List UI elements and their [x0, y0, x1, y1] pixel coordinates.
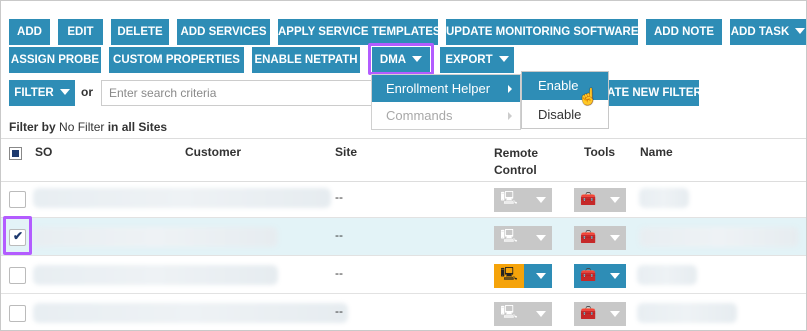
chevron-down-icon	[536, 311, 546, 317]
remote-control-icon: 🖳	[494, 264, 524, 288]
filter-in-label: in all	[107, 120, 136, 134]
enrollment-helper-label: Enrollment Helper	[386, 81, 491, 96]
create-new-filter-button[interactable]: ATE NEW FILTER	[607, 80, 702, 106]
chevron-down-icon	[498, 55, 509, 62]
redacted-text	[637, 303, 737, 323]
redacted-text	[639, 227, 799, 247]
table-row[interactable]: ✔ -- 🖳 🧰	[1, 218, 806, 256]
tools-button[interactable]: 🧰	[574, 264, 626, 288]
redacted-text	[639, 188, 689, 208]
chevron-right-icon	[508, 85, 512, 93]
remote-control-button[interactable]: 🖳	[494, 226, 552, 250]
remote-control-button[interactable]: 🖳	[494, 264, 552, 288]
site-value: --	[335, 304, 343, 318]
chevron-right-icon	[508, 112, 512, 120]
remote-control-button[interactable]: 🖳	[494, 302, 552, 326]
column-remote-control[interactable]: Remote Control	[494, 145, 554, 179]
add-task-button[interactable]: ADD TASK	[730, 19, 806, 45]
assign-probe-button[interactable]: ASSIGN PROBE	[9, 47, 101, 73]
site-value: --	[335, 228, 343, 242]
enable-netpath-button[interactable]: ENABLE NETPATH	[252, 47, 360, 73]
filter-by-value: No Filter	[59, 120, 105, 134]
chevron-down-icon	[536, 197, 546, 203]
update-monitoring-software-button[interactable]: UPDATE MONITORING SOFTWARE	[446, 19, 639, 45]
redacted-text	[33, 188, 331, 208]
select-all-checkbox[interactable]	[9, 147, 22, 160]
commands-label: Commands	[386, 108, 453, 123]
chevron-down-icon	[610, 273, 620, 279]
add-button[interactable]: ADD	[9, 19, 50, 45]
chevron-down-icon	[610, 235, 620, 241]
site-value: --	[335, 266, 343, 280]
menu-item-enrollment-helper[interactable]: Enrollment Helper	[372, 75, 520, 102]
site-value: --	[335, 190, 343, 204]
row-checkbox[interactable]	[9, 305, 26, 322]
toolbox-icon: 🧰	[580, 229, 597, 244]
apply-service-templates-button[interactable]: APPLY SERVICE TEMPLATES	[278, 19, 441, 45]
filter-summary: Filter by No Filter in all Sites	[9, 120, 167, 134]
remote-control-button[interactable]: 🖳	[494, 188, 552, 212]
row-checkbox[interactable]	[9, 191, 26, 208]
chevron-down-icon	[536, 273, 546, 279]
custom-properties-button[interactable]: CUSTOM PROPERTIES	[109, 47, 244, 73]
column-so[interactable]: SO	[35, 145, 52, 159]
column-name[interactable]: Name	[640, 145, 673, 159]
chevron-down-icon	[610, 311, 620, 317]
filter-button[interactable]: FILTER	[9, 80, 75, 106]
filter-by-label: Filter by	[9, 120, 56, 134]
menu-item-commands[interactable]: Commands	[372, 102, 520, 129]
search-input[interactable]: Enter search criteria	[101, 80, 381, 106]
toolbox-icon: 🧰	[580, 267, 597, 282]
column-site[interactable]: Site	[335, 145, 357, 159]
or-label: or	[81, 85, 93, 99]
table-header: SO Customer Site Remote Control Tools Na…	[1, 138, 806, 182]
tools-button[interactable]: 🧰	[574, 188, 626, 212]
device-list-panel: ADD EDIT DELETE ADD SERVICES APPLY SERVI…	[0, 0, 807, 331]
table-row[interactable]: -- 🖳 🧰	[1, 180, 806, 218]
column-customer[interactable]: Customer	[185, 145, 241, 159]
row-checkbox[interactable]	[9, 267, 26, 284]
remote-control-icon: 🖳	[500, 228, 518, 243]
filter-label: FILTER	[14, 87, 54, 99]
dma-dropdown-menu: Enrollment Helper Commands	[371, 74, 521, 130]
checkbox-highlight	[3, 216, 32, 255]
edit-button[interactable]: EDIT	[58, 19, 103, 45]
add-task-label: ADD TASK	[730, 26, 790, 38]
chevron-down-icon	[59, 88, 70, 95]
hand-pointer-icon: ☝	[578, 89, 598, 106]
tools-button[interactable]: 🧰	[574, 302, 626, 326]
chevron-down-icon	[610, 197, 620, 203]
remote-control-icon: 🖳	[500, 190, 518, 205]
redacted-text	[33, 265, 278, 285]
add-note-button[interactable]: ADD NOTE	[646, 19, 722, 45]
chevron-down-icon	[536, 235, 546, 241]
delete-button[interactable]: DELETE	[111, 19, 169, 45]
export-button[interactable]: EXPORT	[440, 47, 514, 73]
toolbox-icon: 🧰	[580, 305, 597, 320]
add-services-button[interactable]: ADD SERVICES	[177, 19, 270, 45]
remote-control-icon: 🖳	[500, 304, 518, 319]
export-label: EXPORT	[445, 54, 493, 66]
filter-scope: Sites	[138, 120, 168, 134]
chevron-down-icon	[795, 27, 806, 34]
table-row[interactable]: -- 🖳 🧰	[1, 256, 806, 294]
toolbox-icon: 🧰	[580, 191, 597, 206]
tools-button[interactable]: 🧰	[574, 226, 626, 250]
redacted-text	[33, 227, 278, 247]
redacted-text	[637, 265, 697, 285]
dma-highlight	[368, 43, 434, 75]
redacted-text	[33, 303, 348, 323]
table-row[interactable]: -- 🖳 🧰	[1, 294, 806, 330]
column-tools[interactable]: Tools	[584, 145, 615, 159]
